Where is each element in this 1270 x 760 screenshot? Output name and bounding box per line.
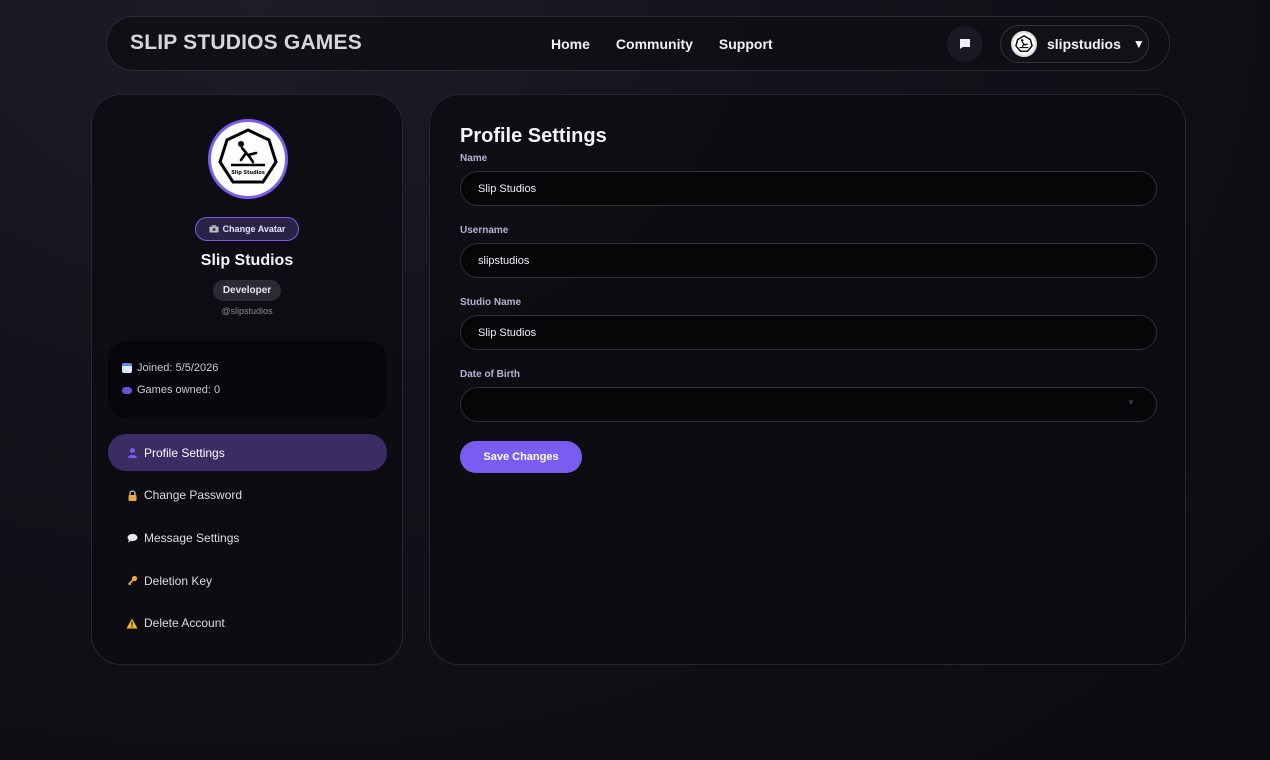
slip-figure-icon: [1015, 35, 1033, 52]
username-label: Username: [460, 225, 509, 236]
name-label: Name: [460, 153, 488, 164]
joined-stat: Joined: 5/5/2026: [122, 362, 218, 374]
settings-menu: Profile Settings Change Password Message…: [108, 434, 387, 647]
nav-home-link[interactable]: Home: [551, 36, 590, 52]
calendar-picker-icon[interactable]: ▼: [1127, 398, 1135, 407]
username-field[interactable]: [460, 243, 1157, 278]
speech-bubble-icon: [126, 532, 138, 544]
nav-support-link[interactable]: Support: [719, 36, 773, 52]
display-name: Slip Studios: [200, 252, 294, 269]
top-navbar: SLIP STUDIOS GAMES Home Community Suppor…: [106, 16, 1170, 71]
main-nav: Home Community Support: [551, 36, 773, 52]
menu-item-message-settings[interactable]: Message Settings: [108, 519, 387, 556]
brand-logo[interactable]: SLIP STUDIOS GAMES: [130, 31, 362, 55]
calendar-icon: [122, 363, 132, 373]
name-field[interactable]: [460, 171, 1157, 206]
save-changes-button[interactable]: Save Changes: [460, 441, 582, 473]
user-handle: @slipstudios: [221, 306, 273, 316]
key-icon: [126, 575, 138, 587]
stats-card: Joined: 5/5/2026 Games owned: 0: [108, 341, 387, 418]
menu-item-profile-settings[interactable]: Profile Settings: [108, 434, 387, 471]
menu-label: Delete Account: [144, 616, 225, 631]
date-of-birth-label: Date of Birth: [460, 369, 520, 380]
joined-text: Joined: 5/5/2026: [137, 362, 219, 374]
studio-name-label: Studio Name: [460, 297, 522, 308]
change-avatar-button[interactable]: Change Avatar: [195, 217, 299, 241]
menu-item-delete-account[interactable]: Delete Account: [108, 605, 387, 642]
camera-icon: [209, 225, 219, 233]
profile-avatar: Slip Studios: [208, 119, 288, 199]
menu-label: Change Password: [144, 488, 243, 503]
caret-down-icon: ▼: [1132, 37, 1145, 51]
menu-item-change-password[interactable]: Change Password: [108, 477, 387, 514]
slip-logo-icon: Slip Studios: [218, 128, 278, 184]
menu-label: Profile Settings: [144, 445, 225, 460]
user-icon: [126, 447, 138, 459]
menu-label: Message Settings: [144, 530, 240, 545]
studio-name-field[interactable]: [460, 315, 1157, 350]
messages-button[interactable]: [947, 26, 983, 62]
menu-item-deletion-key[interactable]: Deletion Key: [108, 562, 387, 599]
change-avatar-label: Change Avatar: [222, 224, 286, 234]
games-owned-text: Games owned: 0: [137, 384, 221, 396]
user-avatar: [1011, 31, 1037, 57]
games-owned-stat: Games owned: 0: [122, 384, 220, 396]
profile-sidebar: Slip Studios Change Avatar Slip Studios …: [91, 94, 403, 665]
user-menu-button[interactable]: slipstudios ▼: [1000, 25, 1149, 63]
warning-icon: [126, 617, 138, 629]
date-of-birth-field[interactable]: [460, 387, 1157, 422]
username-label: slipstudios: [1047, 36, 1121, 52]
role-badge: Developer: [213, 280, 281, 301]
page-title: Profile Settings: [460, 125, 607, 147]
gamepad-icon: [122, 386, 132, 394]
chat-bubble-icon: [960, 39, 970, 49]
nav-community-link[interactable]: Community: [616, 36, 693, 52]
lock-icon: [126, 489, 138, 501]
avatar-caption: Slip Studios: [231, 170, 265, 176]
profile-settings-panel: Profile Settings Name Username Studio Na…: [429, 94, 1186, 665]
menu-label: Deletion Key: [144, 573, 213, 588]
